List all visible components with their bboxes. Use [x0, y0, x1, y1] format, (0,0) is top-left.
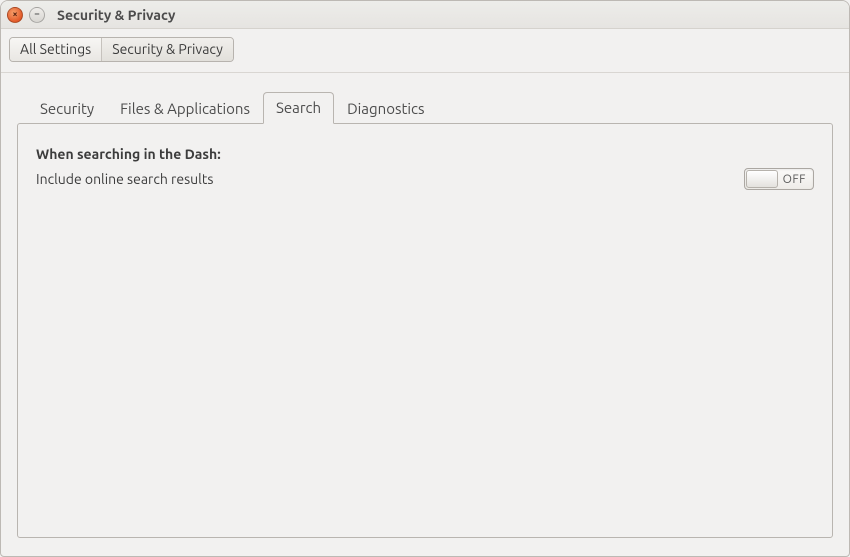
settings-window: × – Security & Privacy All Settings Secu… [0, 0, 850, 557]
breadcrumb: All Settings Security & Privacy [9, 37, 234, 62]
tab-files-applications[interactable]: Files & Applications [107, 93, 263, 124]
toolbar: All Settings Security & Privacy [1, 29, 849, 73]
content-area: Security Files & Applications Search Dia… [1, 73, 849, 556]
toggle-knob [746, 170, 778, 188]
close-icon[interactable]: × [7, 7, 23, 23]
minimize-icon[interactable]: – [29, 7, 45, 23]
tab-panel-search: When searching in the Dash: Include onli… [17, 123, 833, 538]
tab-search[interactable]: Search [263, 92, 334, 124]
breadcrumb-all-settings[interactable]: All Settings [10, 38, 102, 61]
titlebar: × – Security & Privacy [1, 1, 849, 29]
include-online-label: Include online search results [36, 171, 213, 187]
include-online-toggle[interactable]: OFF [744, 168, 814, 190]
tabstrip: Security Files & Applications Search Dia… [17, 91, 833, 123]
tab-diagnostics[interactable]: Diagnostics [334, 93, 437, 124]
breadcrumb-current[interactable]: Security & Privacy [102, 38, 233, 61]
toggle-state-label: OFF [783, 173, 806, 186]
panel-heading: When searching in the Dash: [36, 146, 814, 162]
include-online-row: Include online search results OFF [36, 168, 814, 190]
tab-security[interactable]: Security [27, 93, 107, 124]
window-title: Security & Privacy [57, 7, 175, 23]
